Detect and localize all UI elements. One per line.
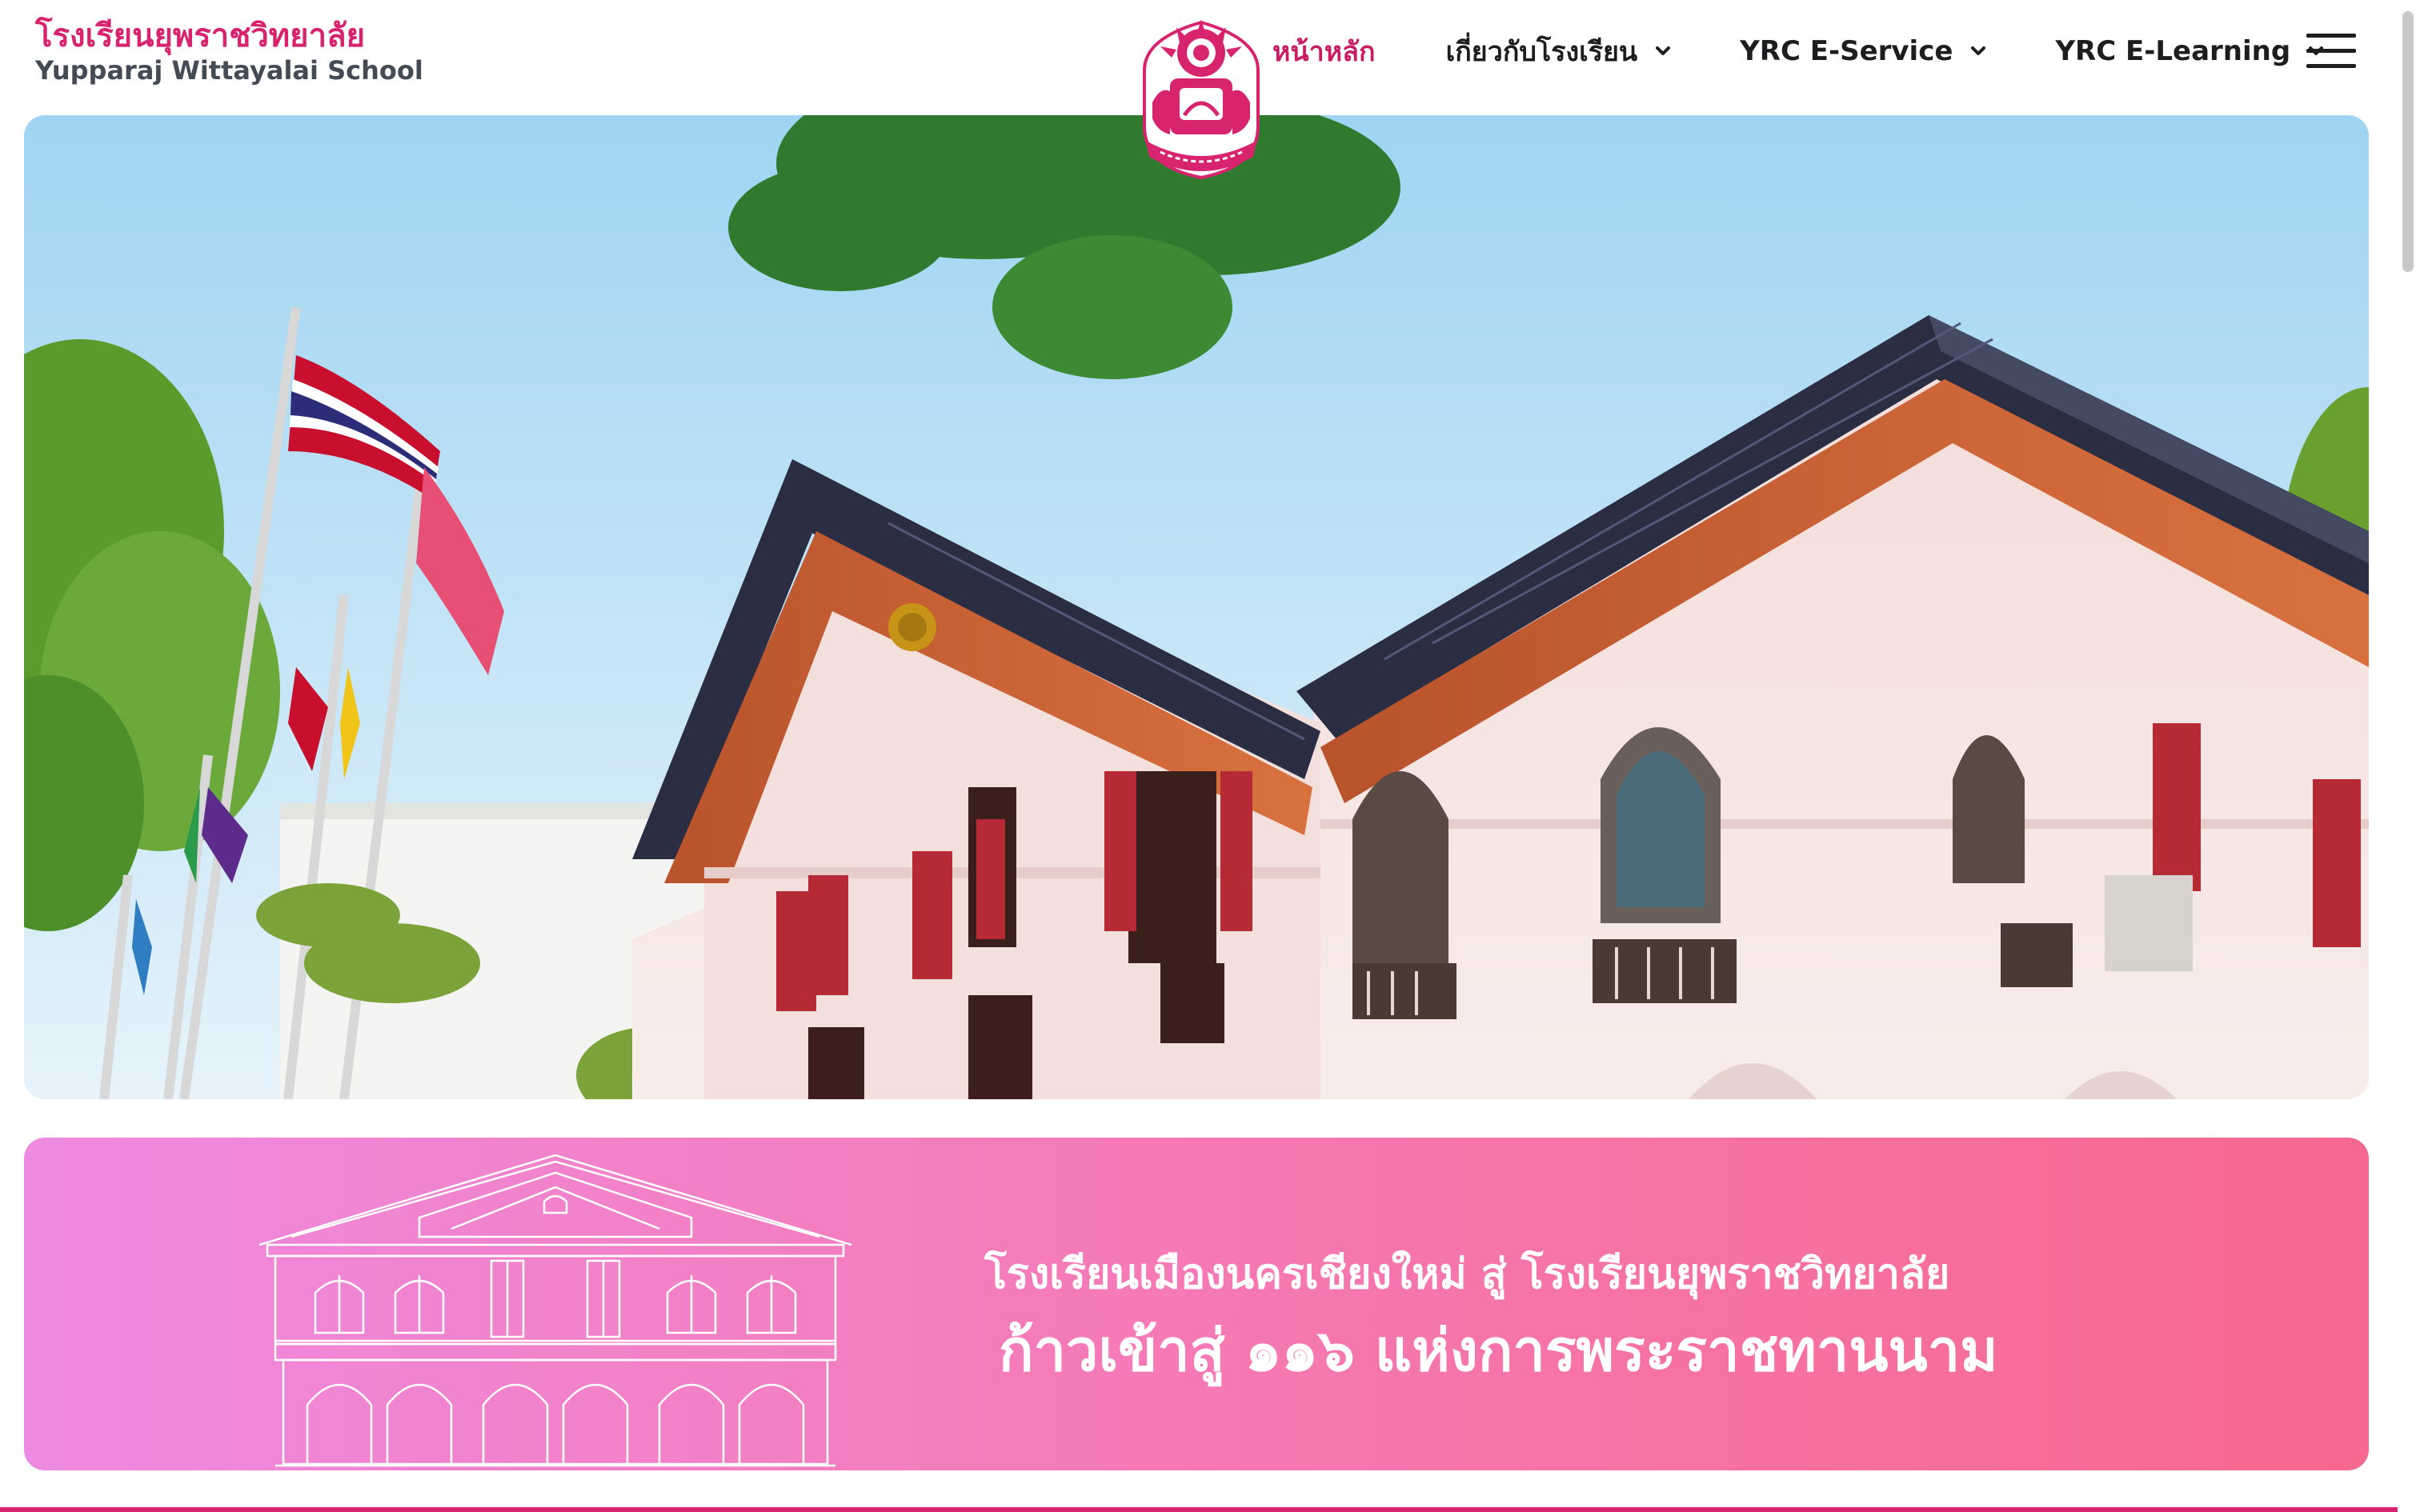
nav-item-label: YRC E-Service [1740,35,1953,67]
chevron-down-icon [1971,46,1986,55]
nav-item-about-school[interactable]: เกี่ยวกับโรงเรียน [1446,30,1672,73]
school-emblem-icon[interactable] [1128,14,1274,181]
page-scrollbar[interactable] [2398,0,2420,1512]
nav-item-e-service[interactable]: YRC E-Service [1740,35,1986,67]
nav-item-label: เกี่ยวกับโรงเรียน [1445,36,1638,68]
scrollbar-thumb[interactable] [2402,11,2414,272]
nav-item-label: YRC E-Learning [2055,35,2291,67]
brand-english-name: Yupparaj Wittayalai School [35,55,423,86]
nav-item-label: หน้าหลัก [1272,36,1376,68]
nav-item-e-learning[interactable]: YRC E-Learning [2055,35,2324,67]
brand-thai-name: โรงเรียนยุพราชวิทยาลัย [35,18,366,54]
nav-item-home[interactable]: หน้าหลัก [1272,30,1376,73]
anniversary-banner[interactable]: โรงเรียนเมืองนครเชียงใหม่ สู่ โรงเรียนยุ… [24,1138,2369,1470]
banner-subtitle: โรงเรียนเมืองนครเชียงใหม่ สู่ โรงเรียนยุ… [984,1250,1950,1298]
site-brand[interactable]: โรงเรียนยุพราชวิทยาลัย Yupparaj Wittayal… [35,18,423,86]
section-divider [0,1507,2398,1512]
main-nav: หน้าหลัก เกี่ยวกับโรงเรียน YRC E-Service… [1272,26,2324,77]
building-outline-illustration [259,1154,851,1467]
hamburger-menu-icon[interactable] [2306,34,2356,69]
hero-photo [24,115,2369,1099]
banner-title: ก้าวเข้าสู่ ๑๑๖ แห่งการพระราชทานนาม [999,1317,1998,1384]
school-building-photo [24,115,2369,1099]
chevron-down-icon [1656,46,1671,55]
